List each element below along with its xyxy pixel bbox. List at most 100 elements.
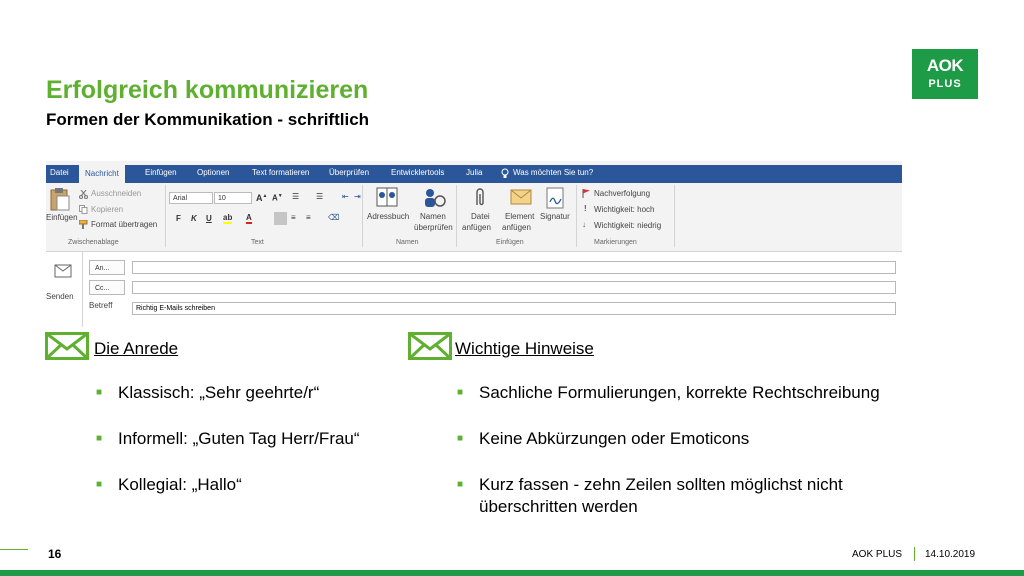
flag-icon [582, 189, 590, 198]
font-name-select[interactable]: Arial [169, 192, 213, 204]
include-group-label: Einfügen [496, 239, 524, 246]
names-group-label: Namen [396, 239, 419, 246]
clear-formatting-icon[interactable]: ⌫ [328, 213, 339, 222]
decrease-indent-icon[interactable]: ⇤ [342, 192, 349, 201]
bottom-brand-bar [0, 570, 1024, 576]
tab-julia[interactable]: Julia [466, 168, 482, 177]
ribbon-tab-bar: Datei Nachricht Einfügen Optionen Text f… [46, 165, 902, 183]
tab-insert[interactable]: Einfügen [145, 168, 177, 177]
list-item: ■ Kollegial: „Hallo“ [96, 475, 242, 494]
highlight-icon[interactable]: ab [223, 213, 233, 224]
check-names-label-2[interactable]: überprüfen [414, 223, 453, 232]
address-book-button[interactable]: Adressbuch [367, 212, 409, 221]
address-book-icon [376, 187, 398, 207]
logo-text-aok: AOK [926, 56, 964, 75]
align-left-icon[interactable] [274, 212, 287, 225]
cut-button[interactable]: Ausschneiden [91, 189, 141, 198]
attach-file-label-1[interactable]: Datei [471, 212, 490, 221]
check-names-icon [425, 189, 446, 207]
follow-up-button[interactable]: Nachverfolgung [594, 189, 650, 198]
bullet-icon: ■ [457, 387, 464, 398]
paste-icon [50, 188, 70, 211]
list-item: ■ Keine Abkürzungen oder Emoticons [457, 429, 750, 448]
signature-button[interactable]: Signatur [540, 212, 570, 221]
list-item: ■ Informell: „Guten Tag Herr/Frau“ [96, 429, 360, 448]
signature-icon [546, 187, 564, 209]
send-icon [54, 264, 72, 278]
attach-file-label-2[interactable]: anfügen [462, 223, 491, 232]
bullet-icon: ■ [96, 387, 103, 398]
tab-review[interactable]: Überprüfen [329, 168, 369, 177]
high-importance-button[interactable]: Wichtigkeit: hoch [594, 205, 654, 214]
cc-field[interactable] [132, 281, 896, 294]
group-divider [576, 185, 577, 247]
grow-font-icon[interactable]: A▲ [256, 193, 267, 203]
section-heading-hints: Wichtige Hinweise [455, 339, 594, 358]
tab-format-text[interactable]: Text formatieren [252, 168, 309, 177]
paste-button[interactable]: Einfügen [46, 213, 78, 222]
copy-icon [79, 205, 88, 214]
logo-text-plus: PLUS [928, 78, 962, 90]
group-divider [165, 185, 166, 247]
text-group-label: Text [251, 239, 264, 246]
shrink-font-icon[interactable]: A▼ [272, 193, 283, 203]
bullets-icon[interactable]: ☰ [292, 192, 299, 201]
page-number: 16 [48, 547, 62, 561]
list-item: ■ Klassisch: „Sehr geehrte/r“ [96, 383, 320, 402]
footer-separator [914, 547, 915, 561]
to-field[interactable] [132, 261, 896, 274]
aok-plus-logo: AOK PLUS [912, 49, 978, 99]
high-importance-icon: ! [584, 204, 587, 213]
font-size-select[interactable]: 10 [214, 192, 252, 204]
underline-button[interactable]: U [206, 214, 212, 223]
tab-message[interactable]: Nachricht [79, 165, 125, 183]
slide-subtitle: Formen der Kommunikation - schriftlich [46, 110, 370, 129]
align-right-icon[interactable]: ≡ [306, 213, 311, 222]
paperclip-icon [476, 188, 484, 206]
bullet-icon: ■ [457, 433, 464, 444]
copy-button[interactable]: Kopieren [91, 205, 123, 214]
tab-developer[interactable]: Entwicklertools [391, 168, 444, 177]
bullet-icon: ■ [457, 479, 464, 490]
format-painter-icon [79, 220, 88, 229]
slide-title: Erfolgreich kommunizieren [46, 76, 369, 104]
low-importance-button[interactable]: Wichtigkeit: niedrig [594, 221, 661, 230]
numbering-icon[interactable]: ☰ [316, 192, 323, 201]
attach-item-label-1[interactable]: Element [505, 212, 534, 221]
attach-item-label-2[interactable]: anfügen [502, 223, 531, 232]
group-divider [674, 185, 675, 247]
bold-button[interactable]: F [176, 214, 181, 223]
font-color-icon[interactable]: A [246, 213, 252, 224]
increase-indent-icon[interactable]: ⇥ [354, 192, 361, 201]
footer-date: 14.10.2019 [925, 549, 976, 560]
low-importance-icon: ↓ [582, 220, 586, 229]
bullet-icon: ■ [96, 479, 103, 490]
envelope-icon [408, 332, 452, 360]
subject-field[interactable]: Richtig E-Mails schreiben [132, 302, 896, 315]
align-center-icon[interactable]: ≡ [291, 213, 296, 222]
tab-options[interactable]: Optionen [197, 168, 229, 177]
list-item: ■ Sachliche Formulierungen, korrekte Rech… [457, 383, 880, 402]
send-divider [82, 252, 83, 327]
tab-file[interactable]: Datei [50, 168, 69, 177]
ribbon-body: Einfügen Ausschneiden Kopieren Format üb… [46, 183, 902, 252]
envelope-icon [45, 332, 89, 360]
format-painter-button[interactable]: Format übertragen [91, 220, 157, 229]
list-item: ■ Kurz fassen - zehn Zeilen sollten mögli… [457, 475, 843, 516]
italic-button[interactable]: K [191, 214, 197, 223]
group-divider [456, 185, 457, 247]
footer-accent-line [0, 549, 28, 550]
lightbulb-icon [501, 168, 509, 178]
check-names-label-1[interactable]: Namen [420, 212, 446, 221]
attach-item-icon [510, 189, 532, 205]
cc-button[interactable]: Cc... [89, 280, 125, 295]
to-button[interactable]: An... [89, 260, 125, 275]
send-button[interactable]: Senden [46, 292, 74, 301]
subject-label: Betreff [89, 301, 113, 310]
tell-me-search[interactable]: Was möchten Sie tun? [513, 168, 593, 177]
section-heading-salutation: Die Anrede [94, 339, 179, 358]
tags-group-label: Markierungen [594, 239, 637, 246]
outlook-compose-screenshot: Datei Nachricht Einfügen Optionen Text f… [46, 161, 902, 331]
clipboard-group-label: Zwischenablage [68, 239, 119, 246]
message-header-area: Senden An... Cc... Betreff Richtig E-Mai… [46, 252, 902, 331]
